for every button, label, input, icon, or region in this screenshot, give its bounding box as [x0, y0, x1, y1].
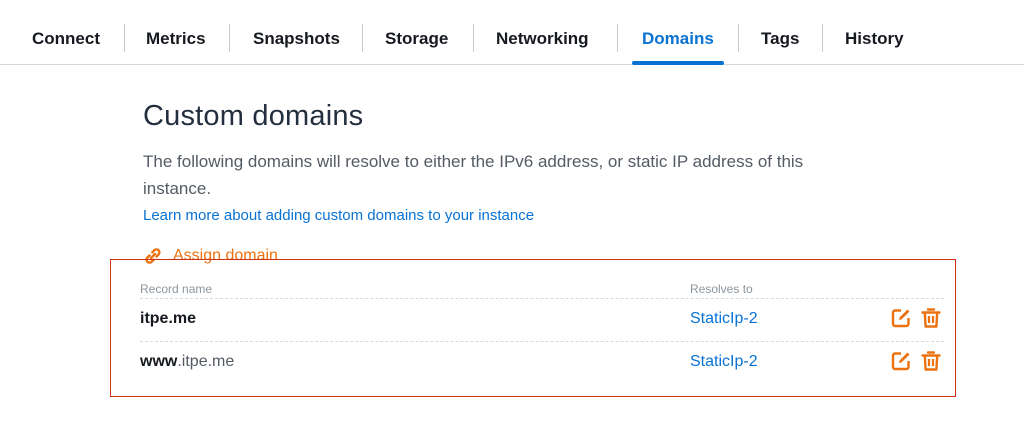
record-name-domain: itpe.me	[140, 310, 197, 327]
record-name-prefix: www	[140, 353, 178, 370]
edit-icon[interactable]	[890, 307, 912, 329]
record-name: itpe.me	[140, 310, 196, 328]
tab-separator	[473, 24, 474, 52]
tab-storage[interactable]: Storage	[385, 0, 448, 64]
tab-separator	[822, 24, 823, 52]
tab-separator	[617, 24, 618, 52]
section-description: The following domains will resolve to ei…	[143, 152, 804, 198]
domains-table: Record name Resolves to itpe.me StaticIp…	[140, 280, 944, 384]
tab-domains[interactable]: Domains	[632, 0, 724, 65]
tab-networking[interactable]: Networking	[496, 0, 589, 64]
tab-snapshots[interactable]: Snapshots	[253, 0, 340, 64]
trash-icon[interactable]	[920, 350, 942, 372]
tab-history[interactable]: History	[845, 0, 904, 64]
learn-more-link[interactable]: Learn more about adding custom domains t…	[143, 207, 534, 224]
resolves-to-link[interactable]: StaticIp-2	[690, 353, 758, 371]
tab-separator	[124, 24, 125, 52]
tab-bar: Connect Metrics Snapshots Storage Networ…	[0, 0, 1024, 65]
page-title: Custom domains	[143, 100, 364, 132]
table-header: Record name Resolves to	[140, 280, 944, 298]
table-row: itpe.me StaticIp-2	[140, 298, 944, 341]
column-header-resolves-to: Resolves to	[690, 282, 753, 296]
tab-tags[interactable]: Tags	[761, 0, 799, 64]
resolves-to-link[interactable]: StaticIp-2	[690, 310, 758, 328]
tab-separator	[362, 24, 363, 52]
trash-icon[interactable]	[920, 307, 942, 329]
row-actions	[890, 350, 942, 372]
tab-metrics[interactable]: Metrics	[146, 0, 206, 64]
tab-connect[interactable]: Connect	[32, 0, 100, 64]
tab-separator	[229, 24, 230, 52]
edit-icon[interactable]	[890, 350, 912, 372]
row-actions	[890, 307, 942, 329]
record-name: www.itpe.me	[140, 353, 234, 371]
column-header-record-name: Record name	[140, 282, 213, 296]
table-row: www.itpe.me StaticIp-2	[140, 341, 944, 384]
tab-separator	[738, 24, 739, 52]
record-name-domain: .itpe.me	[177, 353, 235, 370]
